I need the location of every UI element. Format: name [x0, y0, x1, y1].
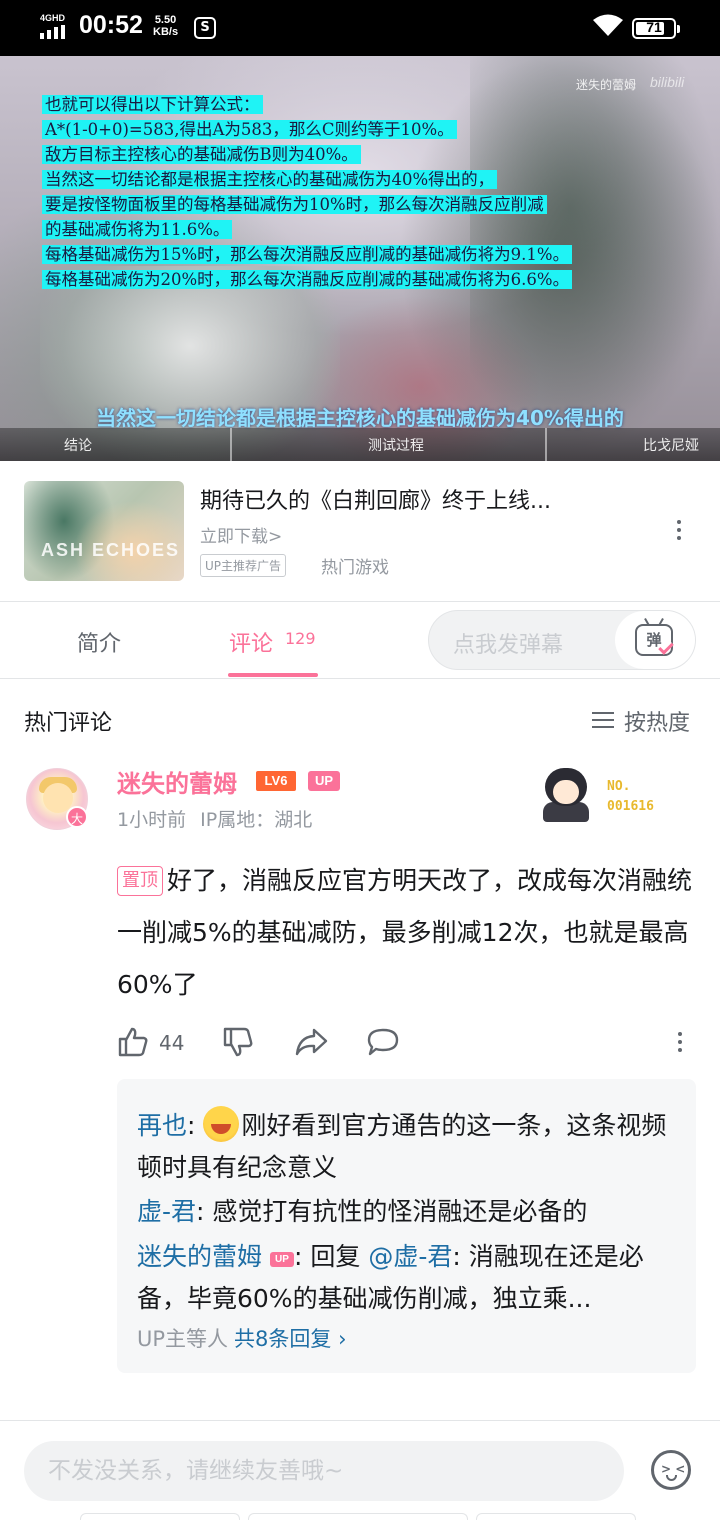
ad-category: 热门游戏	[321, 558, 389, 578]
tab-comments-count: 129	[285, 629, 316, 648]
comment-more-icon[interactable]	[678, 1032, 682, 1052]
ad-thumbnail-text: ASH ECHOES	[40, 540, 180, 560]
reply-participants: UP主等人	[137, 1327, 229, 1351]
formula-line: 要是按怪物面板里的每格基础减伤为10%时，那么每次消融反应削减	[42, 195, 547, 214]
ad-thumbnail[interactable]: ASH ECHOES	[24, 481, 184, 581]
reply-username[interactable]: 再也	[137, 1111, 187, 1140]
comment-username[interactable]: 迷失的蕾姆	[117, 764, 237, 799]
reply-count-link[interactable]: 共8条回复 ›	[234, 1327, 346, 1351]
tab-bar: 简介 评论 129 点我发弹幕 弹	[0, 602, 720, 678]
comment-time: 1小时前	[117, 809, 187, 831]
bilibili-logo: bilibili	[650, 74, 685, 90]
avatar-badge: 大	[66, 806, 88, 828]
active-tab-indicator	[228, 673, 318, 677]
danmaku-placeholder: 点我发弹幕	[453, 633, 564, 658]
reply-prefix: 回复	[310, 1242, 361, 1271]
reply-item[interactable]: 虚-君: 感觉打有抗性的怪消融还是必备的	[137, 1191, 677, 1233]
formula-line: 敌方目标主控核心的基础减伤B则为40%。	[42, 145, 361, 164]
like-count: 44	[159, 1031, 185, 1055]
reply-text: 感觉打有抗性的怪消融还是必备的	[212, 1197, 588, 1226]
video-player[interactable]: 迷失的蕾姆 bilibili 也就可以得出以下计算公式： A*(1-0+0)=5…	[0, 56, 720, 461]
pinned-tag: 置顶	[117, 866, 163, 896]
reply-preview[interactable]: 再也: 刚好看到官方通告的这一条，这条视频顿时具有纪念意义 虚-君: 感觉打有抗…	[117, 1079, 696, 1373]
notification-app-icon: S	[194, 17, 216, 39]
up-badge: UP	[269, 1252, 294, 1267]
reply-item[interactable]: 再也: 刚好看到官方通告的这一条，这条视频顿时具有纪念意义	[137, 1105, 677, 1189]
battery-icon: 71	[632, 18, 680, 39]
video-formula-overlay: 也就可以得出以下计算公式： A*(1-0+0)=583,得出A为583，那么C则…	[42, 92, 573, 292]
reply-username[interactable]: 虚-君	[137, 1197, 196, 1226]
formula-line: A*(1-0+0)=583,得出A为583，那么C则约等于10%。	[42, 120, 457, 139]
level-badge: LV6	[256, 771, 296, 791]
tab-comments[interactable]: 评论	[229, 626, 273, 658]
reply-icon[interactable]	[366, 1026, 400, 1058]
view-all-replies[interactable]: UP主等人 共8条回复 ›	[137, 1323, 346, 1353]
comment-content[interactable]: 置顶 好了，消融反应官方明天改了，改成每次消融统一削减5%的基础减防，最多削减12…	[117, 855, 697, 1011]
ad-download-link[interactable]: 立即下载>	[200, 522, 282, 547]
like-icon[interactable]	[117, 1026, 149, 1058]
danmaku-input[interactable]: 点我发弹幕 弹	[428, 610, 696, 670]
emoji-icon[interactable]: > <	[651, 1450, 691, 1490]
status-bar: 4GHD 00:52 5.50 KB/s S 71	[0, 0, 720, 56]
network-speed: 5.50 KB/s	[153, 14, 179, 38]
danmaku-toggle-button[interactable]: 弹	[615, 611, 695, 669]
dislike-icon[interactable]	[222, 1026, 254, 1058]
wifi-icon	[593, 14, 623, 36]
formula-line: 的基础减伤将为11.6%。	[42, 220, 233, 239]
chapter-conclusion[interactable]: 结论	[64, 435, 92, 455]
chapter-test-process[interactable]: 测试过程	[368, 435, 424, 455]
formula-line: 也就可以得出以下计算公式：	[42, 95, 263, 114]
video-watermark: 迷失的蕾姆	[576, 78, 637, 92]
formula-line: 每格基础减伤为20%时，那么每次消融反应削减的基础减伤将为6.6%。	[42, 270, 573, 289]
comment-text: 好了，消融反应官方明天改了，改成每次消融统一削减5%的基础减防，最多削减12次，…	[117, 866, 693, 999]
signal-icon: 4GHD	[40, 13, 72, 41]
ad-title[interactable]: 期待已久的《白荆回廊》终于上线...	[200, 483, 551, 515]
battery-level: 71	[646, 19, 662, 35]
formula-line: 当然这一切结论都是根据主控核心的基础减伤为40%得出的，	[42, 170, 498, 189]
comment-input[interactable]	[48, 1441, 608, 1501]
ad-tag: UP主推荐广告	[200, 554, 287, 577]
clock: 00:52	[79, 11, 143, 39]
sort-icon	[592, 712, 614, 728]
tab-intro[interactable]: 简介	[77, 626, 121, 658]
ad-more-icon[interactable]	[677, 520, 681, 540]
comment-actions: 44	[117, 1026, 697, 1062]
ad-card[interactable]: ASH ECHOES 期待已久的《白荆回廊》终于上线... 立即下载> UP主推…	[0, 461, 720, 601]
chapter-bar[interactable]: 结论 测试过程 比戈尼娅	[0, 428, 720, 461]
up-badge: UP	[308, 771, 340, 791]
fan-number: NO. 001616	[607, 779, 654, 814]
comment-input-bar[interactable]	[24, 1441, 624, 1501]
fan-badge-avatar[interactable]	[535, 762, 597, 824]
reply-mention[interactable]: @虚-君	[368, 1242, 452, 1271]
reply-username[interactable]: 迷失的蕾姆	[137, 1242, 262, 1271]
sort-label: 按热度	[624, 711, 691, 736]
share-icon[interactable]	[294, 1026, 328, 1058]
network-type: 4GHD	[40, 13, 66, 23]
comment-meta: 1小时前 IP属地：湖北	[117, 805, 312, 832]
formula-line: 每格基础减伤为15%时，那么每次消融反应削减的基础减伤将为9.1%。	[42, 245, 573, 264]
reply-item[interactable]: 迷失的蕾姆 UP: 回复 @虚-君: 消融现在还是必备，毕竟60%的基础减伤削减…	[137, 1236, 677, 1320]
chapter-third[interactable]: 比戈尼娅	[643, 435, 699, 455]
video-subtitle: 当然这一切结论都是根据主控核心的基础减伤为40%得出的	[96, 406, 624, 430]
hot-comments-title: 热门评论	[24, 711, 113, 736]
comment-ip: IP属地：湖北	[200, 809, 313, 831]
laughing-emoji-icon	[203, 1106, 240, 1142]
